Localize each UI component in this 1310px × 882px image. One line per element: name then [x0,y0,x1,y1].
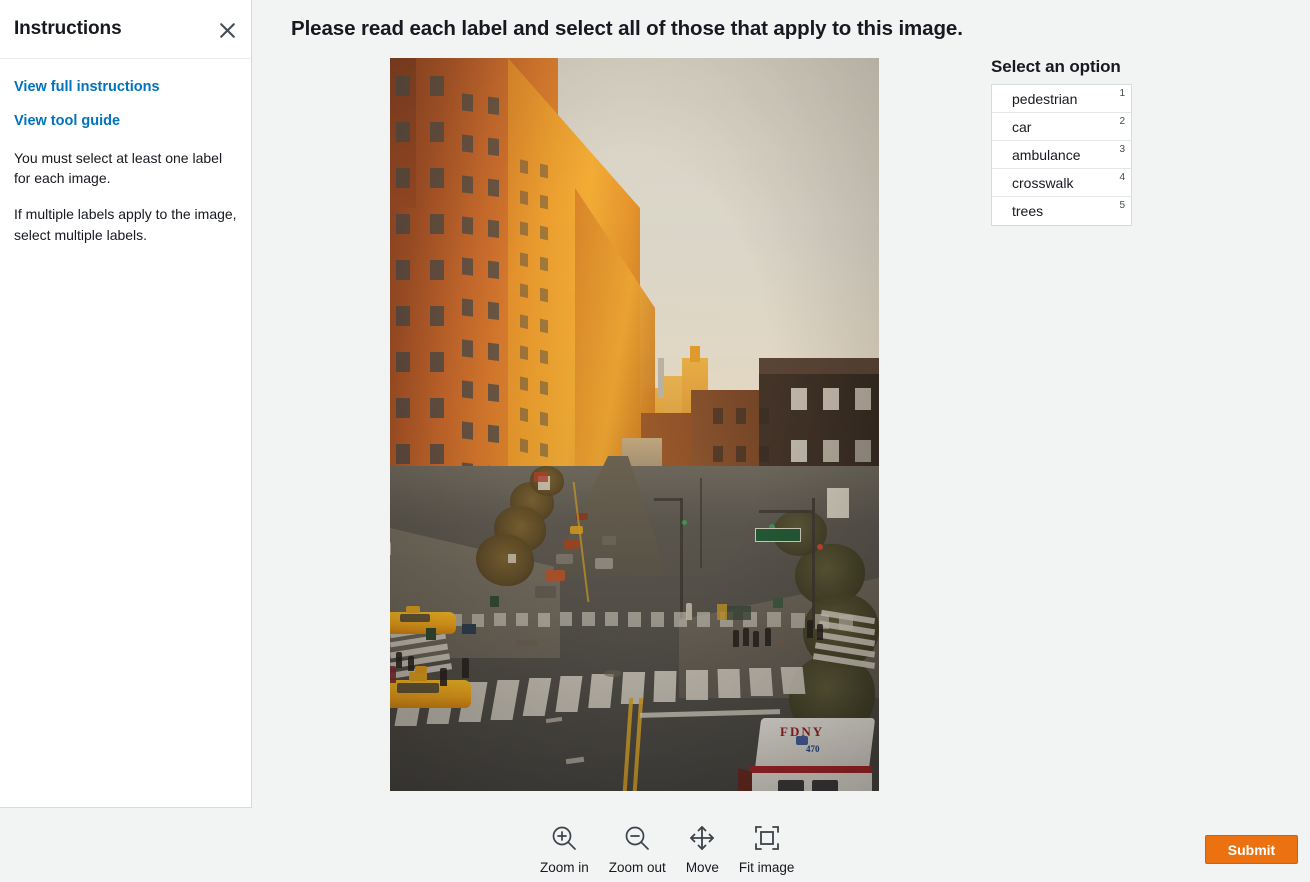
construction-canopy [725,606,751,620]
zoom-in-button[interactable]: Zoom in [530,818,599,875]
regulatory-sign [827,488,849,518]
tool-group: Zoom in Zoom out [530,818,804,875]
zoom-out-icon [622,818,652,858]
option-shortcut: 3 [1119,145,1125,155]
option-label: car [1012,120,1119,134]
parked-car [564,540,579,549]
pedestrian [408,656,414,671]
traffic-light-green [682,520,687,525]
trash-can [773,598,783,608]
manhole [604,670,622,677]
option-shortcut: 5 [1119,201,1125,211]
right-building-cornice [759,358,879,374]
trash-can [426,628,436,640]
chimney [658,358,664,398]
pedestrian [462,658,469,678]
instructions-paragraph-2: If multiple labels apply to the image, s… [14,204,237,245]
trash-can [490,596,499,607]
tool-label: Fit image [739,860,795,875]
street-lamp-pole [700,478,702,568]
options-title: Select an option [991,57,1132,77]
pedestrian [807,620,813,638]
street-lamp-pole [680,498,683,618]
option-label: pedestrian [1012,92,1119,106]
manhole [516,640,538,647]
pedestrian [686,603,692,620]
street-lamp-arm [654,498,682,501]
parked-car [535,586,556,598]
image-canvas[interactable]: FDNY 470 [390,58,879,791]
pedestrian [396,652,402,668]
options-list: pedestrian 1 car 2 ambulance 3 crosswalk… [991,84,1132,226]
street-photo: FDNY 470 [390,58,879,791]
pedestrian [753,631,759,647]
tree [476,534,534,586]
moving-car [595,558,613,569]
move-button[interactable]: Move [676,818,729,875]
parked-car [546,570,565,581]
fdny-emblem [796,736,808,745]
traffic-signal-arm [759,510,815,513]
labeling-task-page: Instructions View full instructions View… [0,0,1310,882]
newspaper-box [462,624,476,634]
options-panel: Select an option pedestrian 1 car 2 ambu… [991,57,1132,226]
utility-box [508,554,516,563]
task-prompt: Please read each label and select all of… [291,17,963,41]
instructions-header: Instructions [0,0,251,59]
window-grid-far [520,159,554,486]
pedestrian [743,628,749,646]
construction-marker [717,604,727,620]
image-toolbar: Zoom in Zoom out [253,809,1310,882]
option-pedestrian[interactable]: pedestrian 1 [992,85,1131,113]
fit-image-icon [752,818,782,858]
rooftop-box [690,346,700,362]
option-label: trees [1012,204,1119,218]
traffic-signal-box [534,472,548,482]
instructions-body: View full instructions View tool guide Y… [0,59,251,245]
option-shortcut: 4 [1119,173,1125,183]
fit-image-button[interactable]: Fit image [729,818,805,875]
ambulance: FDNY 470 [750,718,879,791]
traffic-signal-pole [812,498,815,628]
view-tool-guide-link[interactable]: View tool guide [14,113,237,130]
pedestrian [390,542,391,555]
parked-taxi [570,526,583,534]
tool-label: Zoom out [609,860,666,875]
traffic-light-red [817,544,823,550]
option-car[interactable]: car 2 [992,113,1131,141]
ambulance-unit-number: 470 [806,744,820,754]
window-grid-front [396,76,452,496]
window-grid-angled [462,93,504,498]
option-ambulance[interactable]: ambulance 3 [992,141,1131,169]
zoom-in-icon [549,818,579,858]
option-label: crosswalk [1012,176,1119,190]
move-icon [687,818,717,858]
pedestrian [765,628,771,646]
instructions-paragraph-1: You must select at least one label for e… [14,148,237,189]
moving-car [602,536,616,545]
page-title: Instructions [14,18,122,40]
zoom-out-button[interactable]: Zoom out [599,818,676,875]
parked-car [556,554,573,564]
option-shortcut: 2 [1119,117,1125,127]
option-crosswalk[interactable]: crosswalk 4 [992,169,1131,197]
pedestrian [390,666,396,683]
tool-label: Move [686,860,719,875]
instructions-panel: Instructions View full instructions View… [0,0,252,808]
street-name-sign [755,528,801,542]
option-shortcut: 1 [1119,89,1125,99]
dog [774,640,783,646]
pedestrian [440,668,447,686]
view-full-instructions-link[interactable]: View full instructions [14,79,237,96]
taxi-upper [390,606,460,636]
submit-button[interactable]: Submit [1205,835,1298,864]
option-trees[interactable]: trees 5 [992,197,1131,225]
pedestrian [733,630,739,647]
ambulance-side [738,768,752,791]
pedestrian [817,624,823,640]
tool-label: Zoom in [540,860,589,875]
option-label: ambulance [1012,148,1119,162]
close-icon[interactable] [214,17,240,43]
